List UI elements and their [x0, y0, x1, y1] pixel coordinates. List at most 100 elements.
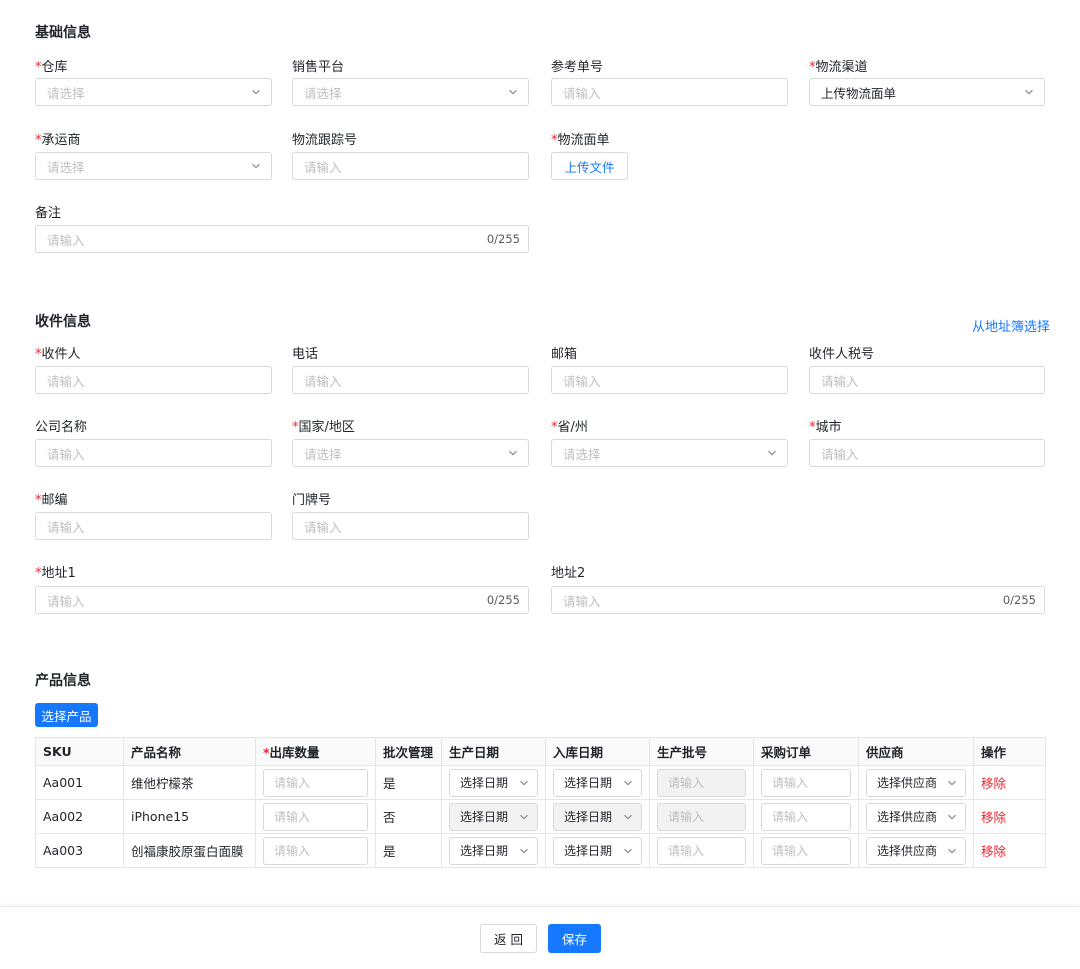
city-input[interactable]: 请输入: [809, 439, 1045, 467]
prod-date-picker[interactable]: 选择日期: [449, 836, 538, 865]
province-select[interactable]: 请选择: [551, 439, 788, 467]
chevron-down-icon: [948, 780, 956, 786]
platform-select[interactable]: 请选择: [292, 78, 529, 106]
address1-input[interactable]: 请输入 0/255: [35, 586, 529, 614]
section-title-product: 产品信息: [35, 673, 91, 689]
save-button[interactable]: 保存: [548, 924, 601, 953]
label-province: *省/州: [551, 420, 588, 435]
zip-input[interactable]: 请输入: [35, 512, 272, 540]
table-row: Aa003 创福康胶原蛋白面膜 请输入 是 选择日期 选择日期 请输入 请输入 …: [35, 833, 1046, 868]
label-country: *国家/地区: [292, 420, 355, 435]
label-tracking: 物流跟踪号: [292, 133, 358, 148]
lot-no-input: 请输入: [657, 802, 746, 831]
col-in-date: 入库日期: [545, 737, 650, 766]
label-address1: *地址1: [35, 566, 76, 581]
remark-char-count: 0/255: [486, 232, 520, 246]
chevron-down-icon: [624, 780, 632, 786]
chevron-down-icon: [520, 848, 528, 854]
chevron-down-icon: [948, 814, 956, 820]
carrier-select[interactable]: 请选择: [35, 152, 272, 180]
door-no-input[interactable]: 请输入: [292, 512, 529, 540]
in-date-picker: 选择日期: [553, 802, 642, 831]
chevron-down-icon: [624, 814, 632, 820]
back-button[interactable]: 返 回: [480, 924, 537, 953]
ref-no-input[interactable]: 请输入: [551, 78, 788, 106]
remove-link[interactable]: 移除: [981, 844, 1006, 859]
col-lot-no: 生产批号: [649, 737, 754, 766]
supplier-select[interactable]: 选择供应商: [866, 768, 966, 797]
label-address2: 地址2: [551, 566, 586, 581]
supplier-select[interactable]: 选择供应商: [866, 802, 966, 831]
chevron-down-icon: [520, 780, 528, 786]
table-row: Aa001 维他柠檬茶 请输入 是 选择日期 选择日期 请输入 请输入 选择供应…: [35, 765, 1046, 800]
cell-sku: Aa002: [35, 799, 124, 834]
channel-select[interactable]: 上传物流面单: [809, 78, 1045, 106]
cell-batch: 是: [375, 833, 442, 868]
company-input[interactable]: 请输入: [35, 439, 272, 467]
chevron-down-icon: [768, 450, 776, 456]
address2-input[interactable]: 请输入 0/255: [551, 586, 1045, 614]
lot-no-input[interactable]: 请输入: [657, 836, 746, 865]
col-action: 操作: [973, 737, 1046, 766]
country-select[interactable]: 请选择: [292, 439, 529, 467]
cell-sku: Aa001: [35, 765, 124, 800]
label-email: 邮箱: [551, 347, 578, 362]
qty-input[interactable]: 请输入: [263, 768, 368, 797]
qty-input[interactable]: 请输入: [263, 802, 368, 831]
chevron-down-icon: [509, 450, 517, 456]
chevron-down-icon: [1025, 89, 1033, 95]
address-book-link[interactable]: 从地址簿选择: [972, 316, 1050, 335]
po-input[interactable]: 请输入: [761, 836, 851, 865]
remove-link[interactable]: 移除: [981, 810, 1006, 825]
tax-no-input[interactable]: 请输入: [809, 366, 1045, 394]
po-input[interactable]: 请输入: [761, 768, 851, 797]
chevron-down-icon: [520, 814, 528, 820]
cell-sku: Aa003: [35, 833, 124, 868]
address1-char-count: 0/255: [486, 593, 520, 607]
label-label-file: *物流面单: [551, 133, 610, 148]
label-channel: *物流渠道: [809, 60, 868, 75]
col-sku: SKU: [35, 737, 124, 766]
chevron-down-icon: [509, 89, 517, 95]
col-po: 采购订单: [753, 737, 859, 766]
col-supplier: 供应商: [858, 737, 974, 766]
in-date-picker[interactable]: 选择日期: [553, 836, 642, 865]
label-city: *城市: [809, 420, 842, 435]
label-door-no: 门牌号: [292, 493, 332, 508]
receiver-name-input[interactable]: 请输入: [35, 366, 272, 394]
outbound-order-form: 基础信息 *仓库 请选择 销售平台 请选择 参考单号 请输入 *物流渠道 上传物…: [0, 0, 1080, 969]
phone-input[interactable]: 请输入: [292, 366, 529, 394]
po-input[interactable]: 请输入: [761, 802, 851, 831]
cell-batch: 是: [375, 765, 442, 800]
prod-date-picker: 选择日期: [449, 802, 538, 831]
col-name: 产品名称: [123, 737, 256, 766]
col-prod-date: 生产日期: [441, 737, 546, 766]
label-platform: 销售平台: [292, 60, 345, 75]
footer-bar: 返 回 保存: [0, 906, 1080, 969]
upload-file-button[interactable]: 上传文件: [551, 152, 628, 180]
remove-link[interactable]: 移除: [981, 776, 1006, 791]
section-title-basic: 基础信息: [35, 25, 91, 41]
select-product-button[interactable]: 选择产品: [35, 703, 98, 727]
tracking-input[interactable]: 请输入: [292, 152, 529, 180]
col-qty: *出库数量: [255, 737, 376, 766]
supplier-select[interactable]: 选择供应商: [866, 836, 966, 865]
chevron-down-icon: [252, 163, 260, 169]
prod-date-picker[interactable]: 选择日期: [449, 768, 538, 797]
label-warehouse: *仓库: [35, 60, 68, 75]
label-phone: 电话: [292, 347, 319, 362]
product-table: SKU 产品名称 *出库数量 批次管理 生产日期 入库日期 生产批号 采购订单 …: [35, 737, 1046, 868]
section-title-receiver: 收件信息: [35, 314, 91, 330]
cell-name: 维他柠檬茶: [123, 765, 256, 800]
table-row: Aa002 iPhone15 请输入 否 选择日期 选择日期 请输入 请输入 选…: [35, 799, 1046, 834]
qty-input[interactable]: 请输入: [263, 836, 368, 865]
in-date-picker[interactable]: 选择日期: [553, 768, 642, 797]
label-carrier: *承运商: [35, 133, 81, 148]
col-batch: 批次管理: [375, 737, 442, 766]
label-ref-no: 参考单号: [551, 60, 604, 75]
remark-input[interactable]: 请输入 0/255: [35, 225, 529, 253]
warehouse-select[interactable]: 请选择: [35, 78, 272, 106]
lot-no-input: 请输入: [657, 768, 746, 797]
cell-name: 创福康胶原蛋白面膜: [123, 833, 256, 868]
email-input[interactable]: 请输入: [551, 366, 788, 394]
